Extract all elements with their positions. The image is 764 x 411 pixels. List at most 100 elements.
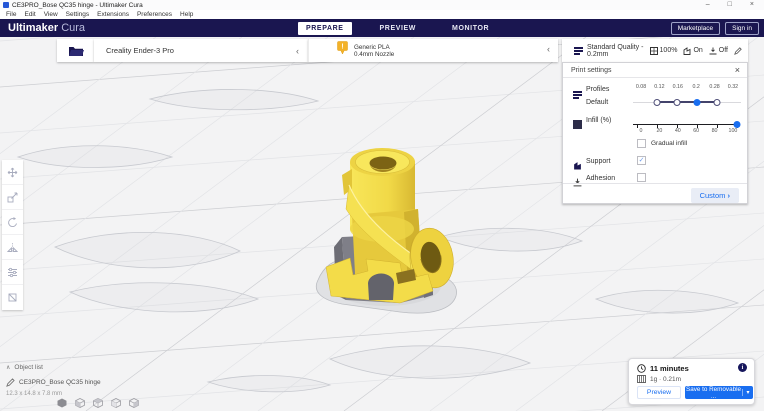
- stage-bar: Ultimaker Cura PREPARE PREVIEW MONITOR M…: [0, 19, 764, 38]
- infill-slider[interactable]: [637, 120, 737, 128]
- view-3d-button[interactable]: [56, 397, 67, 408]
- tool-column: [2, 160, 23, 310]
- nozzle-size: 0.4mm Nozzle: [354, 51, 394, 58]
- profile-stop-0.28[interactable]: [714, 99, 721, 106]
- material-selector[interactable]: ! Generic PLA 0.4mm Nozzle: [308, 39, 558, 62]
- support-icon: [683, 47, 691, 55]
- tab-prepare[interactable]: PREPARE: [298, 22, 352, 35]
- view-front-button[interactable]: [74, 397, 85, 408]
- per-model-settings-tool-button[interactable]: [2, 260, 23, 285]
- summary-adhesion: Off: [719, 47, 728, 54]
- support-blocker-tool-button[interactable]: [2, 285, 23, 310]
- profile-stop-0.16[interactable]: [674, 99, 681, 106]
- profile-slider[interactable]: [637, 98, 737, 106]
- close-button[interactable]: ×: [750, 0, 754, 10]
- menu-file[interactable]: File: [2, 11, 20, 18]
- gradual-infill-checkbox[interactable]: [637, 139, 646, 148]
- print-settings-close-icon[interactable]: ×: [735, 65, 747, 75]
- adhesion-checkbox[interactable]: [637, 173, 646, 182]
- print-settings-summary[interactable]: Standard Quality - 0.2mm 100% On Off: [562, 39, 748, 62]
- settings-collapse-icon[interactable]: ‹: [547, 44, 550, 54]
- object-list-title: Object list: [14, 364, 43, 371]
- rotate-tool-button[interactable]: [2, 210, 23, 235]
- save-dropdown-chevron-icon[interactable]: ▾: [742, 389, 753, 396]
- infill-square-icon: [573, 116, 582, 134]
- menu-settings[interactable]: Settings: [62, 11, 94, 18]
- adhesion-icon: [709, 47, 717, 55]
- brand-ultimaker: Ultimaker: [8, 22, 58, 34]
- move-icon: [7, 167, 18, 178]
- view-right-button[interactable]: [128, 397, 139, 408]
- camera-view-presets: [56, 397, 139, 408]
- titlebar: CE3PRO_Bose QC35 hinge - Ultimaker Cura …: [0, 0, 764, 10]
- infill-slider-handle[interactable]: [734, 121, 741, 128]
- summary-support: On: [693, 47, 702, 54]
- menu-view[interactable]: View: [40, 11, 62, 18]
- printer-collapse-icon[interactable]: ‹: [296, 46, 308, 56]
- profile-selected: Default: [586, 99, 608, 106]
- infill-label: Infill (%): [586, 117, 611, 124]
- open-file-button[interactable]: [57, 39, 94, 62]
- menu-help[interactable]: Help: [176, 11, 197, 18]
- move-tool-button[interactable]: [2, 160, 23, 185]
- support-checkbox[interactable]: ✓: [637, 156, 646, 165]
- menu-extensions[interactable]: Extensions: [93, 11, 133, 18]
- custom-chevron-icon: ›: [728, 191, 731, 200]
- scale-icon: [7, 192, 18, 203]
- info-icon[interactable]: i: [738, 363, 747, 372]
- print-time: 11 minutes: [650, 364, 689, 373]
- brand-logo: Ultimaker Cura: [8, 22, 85, 34]
- mirror-icon: [7, 242, 18, 253]
- marketplace-button[interactable]: Marketplace: [671, 22, 720, 35]
- object-list: ∧ Object list CE3PRO_Bose QC35 hinge 12.…: [6, 364, 101, 397]
- object-list-item[interactable]: CE3PRO_Bose QC35 hinge: [6, 378, 101, 387]
- custom-settings-button[interactable]: Custom ›: [691, 188, 739, 203]
- print-settings-title: Print settings: [563, 67, 611, 74]
- summary-infill: 100%: [660, 47, 678, 54]
- tab-monitor[interactable]: MONITOR: [444, 22, 497, 35]
- menubar: File Edit View Settings Extensions Prefe…: [0, 10, 764, 19]
- scale-tool-button[interactable]: [2, 185, 23, 210]
- profile-stop-0.12[interactable]: [654, 99, 661, 106]
- material-spool-icon: [637, 375, 646, 383]
- view-left-button[interactable]: [110, 397, 121, 408]
- maximize-button[interactable]: □: [728, 0, 732, 10]
- model-top-hole: [370, 157, 397, 170]
- clock-icon: [637, 364, 646, 373]
- support-row-icon: [573, 157, 582, 175]
- app-icon: [3, 2, 9, 8]
- open-folder-icon: [68, 45, 84, 57]
- view-3d-icon: [57, 398, 67, 408]
- view-right-icon: [129, 398, 139, 408]
- stage-tabs: PREPARE PREVIEW MONITOR: [298, 21, 497, 36]
- material-warning-icon: !: [337, 41, 348, 60]
- minimize-button[interactable]: –: [706, 0, 710, 10]
- support-blocker-icon: [7, 292, 18, 303]
- infill-tick-labels: 0 20 40 60 80 100: [633, 128, 741, 134]
- edit-settings-pencil-icon[interactable]: [734, 47, 742, 55]
- slice-action-panel: 11 minutes i 1g · 0.21m Preview Save to …: [628, 358, 755, 405]
- rotate-icon: [7, 217, 18, 228]
- menu-preferences[interactable]: Preferences: [133, 11, 176, 18]
- material-usage: 1g · 0.21m: [650, 376, 681, 383]
- mirror-tool-button[interactable]: [2, 235, 23, 260]
- printer-selector[interactable]: Creality Ender-3 Pro ‹: [94, 39, 308, 62]
- model-bose-qc35-hinge[interactable]: [316, 148, 458, 313]
- view-front-icon: [75, 398, 85, 408]
- object-list-header[interactable]: ∧ Object list: [6, 364, 101, 371]
- viewport-3d[interactable]: Creality Ender-3 Pro ‹ ! Generic PLA 0.4…: [0, 37, 764, 411]
- adhesion-label: Adhesion: [586, 175, 615, 182]
- menu-edit[interactable]: Edit: [20, 11, 39, 18]
- save-to-removable-button[interactable]: Save to Removable ... ▾: [685, 386, 753, 399]
- rename-pencil-icon: [6, 378, 15, 387]
- brand-cura: Cura: [61, 22, 85, 34]
- signin-button[interactable]: Sign in: [725, 22, 759, 35]
- view-left-icon: [111, 398, 121, 408]
- tab-preview[interactable]: PREVIEW: [372, 22, 424, 35]
- print-settings-panel: Print settings × Profiles Default 0.08 0…: [562, 62, 748, 204]
- preview-button[interactable]: Preview: [637, 386, 681, 399]
- per-model-settings-icon: [7, 267, 18, 278]
- profile-stop-0.2-selected[interactable]: [694, 99, 701, 106]
- window-title: CE3PRO_Bose QC35 hinge - Ultimaker Cura: [12, 2, 143, 9]
- view-top-button[interactable]: [92, 397, 103, 408]
